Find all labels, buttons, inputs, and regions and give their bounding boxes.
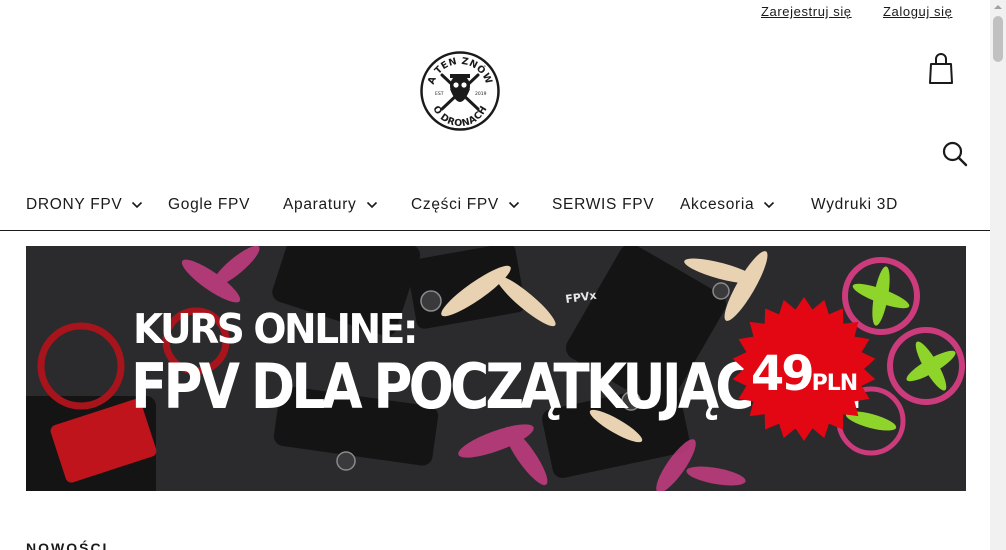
nav-item-label: Wydruki 3D [811,196,898,213]
main-navigation: DRONY FPV Gogle FPV Aparatury Części FPV… [0,186,990,231]
chevron-down-icon [366,201,377,209]
scrollbar-thumb[interactable] [993,16,1003,62]
price-currency: PLN [811,371,859,396]
nav-item-akcesoria[interactable]: Akcesoria [680,196,775,214]
nav-item-serwis-fpv[interactable]: SERWIS FPV [552,196,654,214]
chevron-down-icon [132,201,143,209]
nav-item-label: Aparatury [283,196,357,213]
price-label: 49PLN [731,346,877,402]
site-logo[interactable]: A TEN ZNÓW O DRONACH EST 2019 [420,51,500,131]
search-icon [942,141,968,167]
nav-item-label: DRONY FPV [26,196,123,213]
nav-item-aparatury[interactable]: Aparatury [283,196,378,214]
nav-item-gogle-fpv[interactable]: Gogle FPV [168,196,250,214]
price-badge: 49PLN [731,296,877,442]
page-scrollbar[interactable] [990,0,1006,550]
nav-item-label: Części FPV [411,196,499,213]
search-button[interactable] [941,140,969,168]
banner-line-1: KURS ONLINE: [133,306,418,354]
shopping-bag-icon [929,53,953,84]
promo-banner[interactable]: FPVx KURS ONLINE: FPV DLA POCZĄTKUJĄCYCH… [26,246,966,491]
svg-text:EST: EST [435,91,444,97]
nav-item-label: Akcesoria [680,196,755,213]
nav-item-czesci-fpv[interactable]: Części FPV [411,196,520,214]
price-value: 49 [750,346,815,402]
bearded-skull-logo-icon: A TEN ZNÓW O DRONACH EST 2019 [420,51,500,131]
scroll-up-arrow-icon[interactable] [990,0,1006,14]
chevron-down-icon [508,201,520,209]
nav-item-wydruki-3d[interactable]: Wydruki 3D [811,196,898,214]
top-account-bar: Zarejestruj się Zaloguj się [0,0,990,26]
section-title-new-products: NOWOŚCI [26,540,109,550]
cart-button[interactable] [926,52,956,86]
nav-item-drony-fpv[interactable]: DRONY FPV [26,196,143,214]
nav-item-label: Gogle FPV [168,196,251,213]
nav-item-label: SERWIS FPV [552,196,655,213]
login-link[interactable]: Zaloguj się [883,4,952,19]
register-link[interactable]: Zarejestruj się [761,4,852,19]
svg-text:2019: 2019 [475,91,487,97]
chevron-down-icon [764,201,775,209]
